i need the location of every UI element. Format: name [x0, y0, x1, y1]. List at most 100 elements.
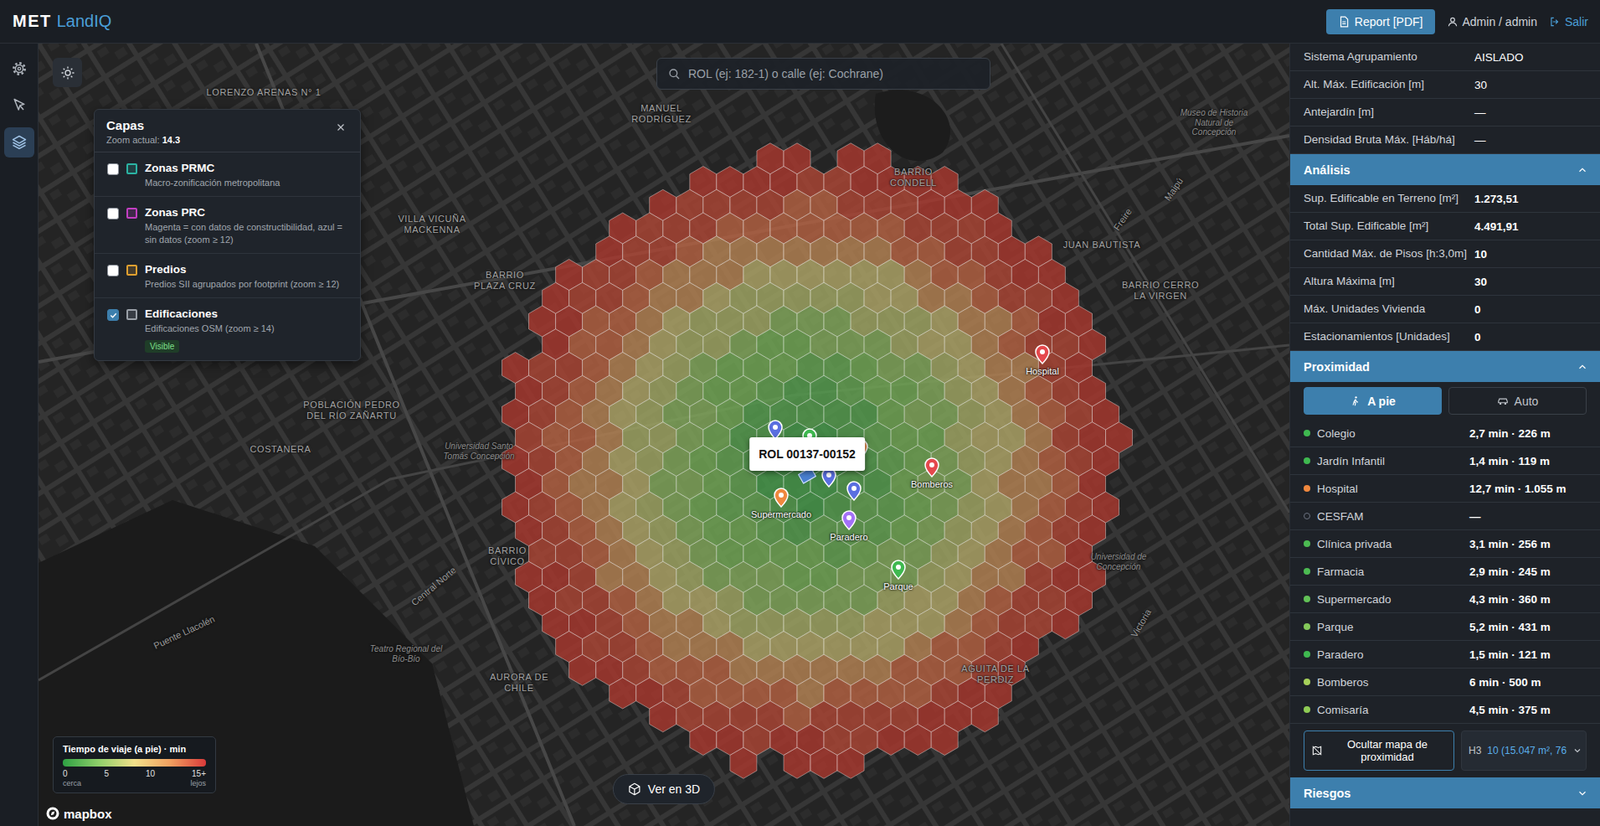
rail-button[interactable]: [4, 53, 35, 84]
logout-icon: [1548, 15, 1561, 28]
map-label: VILLA VICUÑA MACKENNA: [390, 213, 474, 235]
hex-cell: [1051, 607, 1079, 639]
status-dot: [1303, 512, 1311, 520]
search-icon: [667, 66, 681, 81]
status-dot: [1303, 595, 1311, 602]
map-pin[interactable]: Bomberos: [924, 457, 940, 478]
status-dot: [1303, 705, 1311, 713]
pin-icon: [924, 457, 940, 478]
zoom-label: Zoom actual: 14.3: [106, 134, 181, 145]
status-dot: [1303, 622, 1311, 630]
view-3d-button[interactable]: Ver en 3D: [612, 773, 716, 804]
info-row: Alt. Máx. Edificación [m]30: [1290, 71, 1600, 99]
pin-label: Parque: [883, 581, 913, 592]
layer-item[interactable]: Zonas PRCMagenta = con datos de construc…: [94, 196, 361, 254]
map-label: MANUEL RODRÍGUEZ: [623, 102, 700, 124]
info-row: Sistema AgrupamientoAISLADO: [1290, 43, 1600, 72]
status-dot: [1303, 678, 1311, 685]
parcel-tooltip: ROL 00137-00152: [749, 437, 865, 471]
layer-item[interactable]: Zonas PRMCMacro-zonificación metropolita…: [94, 152, 361, 197]
hex-cell: [649, 700, 677, 732]
map-pin[interactable]: Paradero: [841, 509, 857, 530]
hex-cell: [904, 724, 932, 756]
hex-cell: [877, 724, 905, 756]
report-button[interactable]: Report [PDF]: [1326, 9, 1436, 35]
side-rail: [0, 43, 39, 826]
search-input[interactable]: [688, 60, 980, 88]
proximity-item: Clínica privada3,1 min · 256 m: [1290, 529, 1600, 558]
theme-toggle[interactable]: [52, 57, 83, 88]
layer-checkbox[interactable]: [107, 207, 119, 220]
map-label: BARRIO CONDELL: [879, 166, 947, 188]
pin-label: Bomberos: [910, 478, 953, 489]
proximity-item: Farmacia2,9 min · 245 m: [1290, 557, 1600, 586]
map-pin[interactable]: Hospital: [1034, 344, 1050, 365]
map-pin[interactable]: Parque: [890, 559, 906, 580]
hex-cell: [730, 746, 757, 778]
chevron-icon: [1576, 787, 1589, 799]
layer-item[interactable]: PrediosPredios SII agrupados por footpri…: [94, 253, 361, 299]
hex-cell: [569, 653, 597, 685]
legend-gradient: [62, 758, 206, 767]
rail-button[interactable]: [4, 127, 35, 158]
proximity-item: Bomberos6 min · 500 m: [1290, 668, 1600, 696]
analysis-header[interactable]: Análisis: [1290, 154, 1600, 186]
user-label: Admin / admin: [1446, 15, 1538, 29]
status-dot: [1303, 484, 1311, 492]
map-label: COSTANERA: [249, 443, 311, 455]
status-dot: [1303, 429, 1311, 437]
mode-toggle: A pieAuto: [1290, 381, 1600, 420]
gear-icon: [10, 60, 28, 78]
pin-label: Hospital: [1025, 365, 1060, 376]
analysis-row: Cantidad Máx. de Pisos [h:3,0m]10: [1290, 240, 1600, 268]
layer-checkbox[interactable]: [107, 264, 119, 277]
map-label: BARRIO PLAZA CRUZ: [471, 269, 539, 291]
hide-map-button[interactable]: Ocultar mapa de proximidad: [1303, 730, 1455, 771]
logout-button[interactable]: Salir: [1548, 15, 1589, 29]
layer-swatch: [126, 308, 138, 320]
pin-icon: [890, 559, 906, 580]
h3-select[interactable]: H310 (15.047 m², 76: [1461, 730, 1587, 771]
layer-checkbox[interactable]: [107, 163, 119, 175]
hex-cell: [810, 746, 838, 778]
map-label: JUAN BAUTISTA: [1063, 239, 1142, 251]
mode-button[interactable]: A pie: [1303, 386, 1442, 415]
cursor-icon: [10, 97, 28, 114]
map[interactable]: LORENZO ARENAS N° 1MANUEL RODRÍGUEZBARRI…: [38, 43, 1290, 826]
proximity-item: Jardín Infantil1,4 min · 119 m: [1290, 447, 1600, 475]
proximity-header[interactable]: Proximidad: [1290, 350, 1600, 382]
logo: METLandIQ: [12, 11, 112, 31]
map-pin[interactable]: [846, 480, 862, 501]
walk-icon: [1349, 395, 1362, 407]
map-label: AURORA DE CHILE: [485, 671, 553, 693]
pin-icon: [841, 509, 857, 530]
status-dot: [1303, 650, 1311, 658]
chevron-icon: [1576, 164, 1589, 176]
analysis-row: Total Sup. Edificable [m²]4.491,91: [1290, 212, 1600, 241]
layer-item[interactable]: EdificacionesEdificaciones OSM (zoom ≥ 1…: [94, 298, 361, 361]
hex-cell: [609, 677, 637, 709]
info-row: Densidad Bruta Máx. [Háb/há]—: [1290, 126, 1600, 155]
document-icon: [1337, 15, 1350, 28]
map-off-icon: [1311, 744, 1323, 757]
mode-button[interactable]: Auto: [1448, 386, 1587, 415]
hex-cell: [971, 700, 999, 732]
map-legend: Tiempo de viaje (a pie) · min051015+cerc…: [52, 735, 217, 793]
analysis-row: Máx. Unidades Vivienda0: [1290, 295, 1600, 324]
risks-header[interactable]: Riesgos: [1290, 776, 1600, 808]
rail-button[interactable]: [4, 90, 35, 121]
proximity-item: Paradero1,5 min · 121 m: [1290, 640, 1600, 669]
hex-cell: [689, 724, 717, 756]
close-button[interactable]: [331, 118, 350, 137]
hex-cell: [931, 724, 958, 756]
layers-title: Capas: [106, 118, 181, 133]
map-pin[interactable]: Supermercado: [773, 487, 789, 508]
analysis-row: Sup. Edificable en Terreno [m²]1.273,51: [1290, 185, 1600, 213]
layer-checkbox[interactable]: [107, 308, 119, 321]
hex-cell: [837, 746, 865, 778]
cube-icon: [627, 781, 642, 796]
visible-badge: Visible: [144, 339, 180, 353]
layer-swatch: [126, 207, 138, 219]
status-dot: [1303, 540, 1311, 547]
pin-icon: [1034, 344, 1050, 365]
